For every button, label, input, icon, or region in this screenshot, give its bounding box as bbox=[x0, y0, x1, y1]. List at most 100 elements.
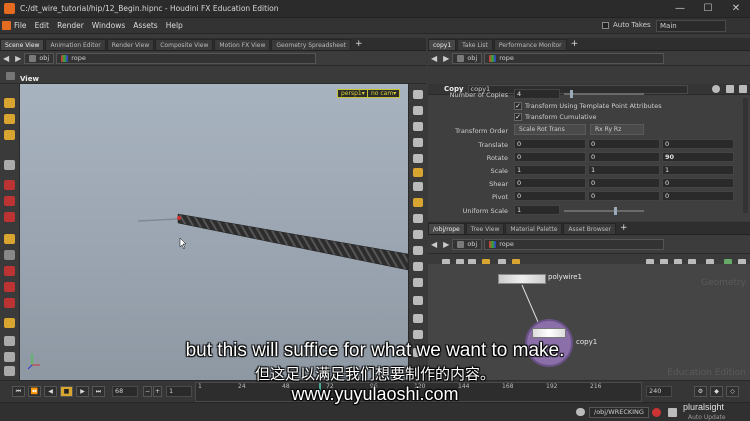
translate-x-field[interactable]: 0 bbox=[514, 139, 586, 149]
minimize-button[interactable]: — bbox=[666, 0, 694, 18]
uniform-scale-slider-knob[interactable] bbox=[614, 207, 617, 215]
shear-x-field[interactable]: 0 bbox=[514, 178, 586, 188]
snap-tool-icon[interactable] bbox=[4, 250, 15, 260]
pose-tool-icon[interactable] bbox=[4, 130, 15, 140]
auto-takes-checkbox[interactable] bbox=[602, 21, 609, 29]
tab-tree-view[interactable]: Tree View bbox=[465, 223, 505, 234]
add-tab-button[interactable]: + bbox=[355, 38, 363, 50]
polywire1-node[interactable] bbox=[498, 274, 546, 284]
points-icon[interactable] bbox=[413, 262, 423, 271]
number-of-copies-slider[interactable] bbox=[564, 90, 644, 98]
translate-z-field[interactable]: 0 bbox=[662, 139, 734, 149]
add-network-tab-button[interactable]: + bbox=[620, 222, 628, 234]
wireframe-icon[interactable] bbox=[413, 246, 423, 255]
transform-cumulative-check-icon[interactable]: ✓ bbox=[514, 113, 522, 121]
grid-icon[interactable] bbox=[413, 214, 423, 223]
handle-tool-icon[interactable] bbox=[4, 234, 15, 244]
help-icon[interactable] bbox=[726, 85, 734, 93]
sphere-shading-icon[interactable] bbox=[413, 154, 423, 163]
tab-asset-browser[interactable]: Asset Browser bbox=[563, 223, 617, 234]
houdini-menu-icon[interactable] bbox=[2, 21, 11, 30]
select-tool-icon[interactable] bbox=[4, 98, 15, 108]
primitive-icon[interactable] bbox=[413, 314, 423, 323]
shear-z-field[interactable]: 0 bbox=[662, 178, 734, 188]
snap-point-icon[interactable] bbox=[4, 282, 15, 292]
scale-x-field[interactable]: 1 bbox=[514, 165, 586, 175]
menu-windows[interactable]: Windows bbox=[92, 21, 125, 30]
translate-y-field[interactable]: 0 bbox=[588, 139, 660, 149]
show-all-icon[interactable] bbox=[413, 106, 423, 115]
rotate-z-field[interactable]: 90 bbox=[662, 152, 734, 162]
network-path-rope[interactable]: rope bbox=[484, 239, 665, 250]
number-of-copies-field[interactable]: 4 bbox=[514, 89, 560, 99]
status-path-field[interactable]: /obj/WRECKING bbox=[589, 407, 649, 418]
param-path-rope[interactable]: rope bbox=[484, 53, 665, 64]
pivot-y-field[interactable]: 0 bbox=[588, 191, 660, 201]
template-icon[interactable] bbox=[413, 330, 423, 339]
lock-icon[interactable] bbox=[413, 122, 423, 131]
tab-scene-view[interactable]: Scene View bbox=[0, 39, 45, 50]
info-icon[interactable] bbox=[739, 85, 747, 93]
network-path-obj[interactable]: obj bbox=[452, 239, 483, 250]
rotate-tool-icon[interactable] bbox=[4, 196, 15, 206]
3d-viewport[interactable]: persp1▾ no cam▾ bbox=[20, 84, 408, 380]
move-tool-icon[interactable] bbox=[4, 180, 15, 190]
transform-template-check-icon[interactable]: ✓ bbox=[514, 102, 522, 110]
rotate-x-field[interactable]: 0 bbox=[514, 152, 586, 162]
snap-grid-icon[interactable] bbox=[4, 266, 15, 276]
menu-file[interactable]: File bbox=[14, 21, 27, 30]
menu-help[interactable]: Help bbox=[166, 21, 183, 30]
menu-edit[interactable]: Edit bbox=[35, 21, 50, 30]
menu-render[interactable]: Render bbox=[57, 21, 84, 30]
shear-y-field[interactable]: 0 bbox=[588, 178, 660, 188]
scale-tool-icon[interactable] bbox=[4, 212, 15, 222]
normals-icon[interactable] bbox=[413, 278, 423, 287]
network-back-arrow-icon[interactable]: ◀ bbox=[431, 240, 437, 249]
copy1-node[interactable] bbox=[532, 328, 566, 338]
add-param-tab-button[interactable]: + bbox=[571, 38, 579, 50]
scale-z-field[interactable]: 1 bbox=[662, 165, 734, 175]
selection-icon[interactable] bbox=[413, 138, 423, 147]
close-button[interactable]: ✕ bbox=[722, 0, 750, 18]
path-crumb-obj[interactable]: obj bbox=[24, 53, 55, 64]
forward-arrow-icon[interactable]: ▶ bbox=[15, 54, 21, 63]
pivot-x-field[interactable]: 0 bbox=[514, 191, 586, 201]
light-icon[interactable] bbox=[413, 168, 423, 177]
camera-tool-icon[interactable] bbox=[4, 318, 15, 328]
tab-render-view[interactable]: Render View bbox=[106, 39, 155, 50]
transform-tool-icon[interactable] bbox=[4, 114, 15, 124]
param-back-arrow-icon[interactable]: ◀ bbox=[431, 54, 437, 63]
pivot-z-field[interactable]: 0 bbox=[662, 191, 734, 201]
number-of-copies-slider-knob[interactable] bbox=[570, 90, 573, 98]
param-path-obj[interactable]: obj bbox=[452, 53, 483, 64]
param-scrollbar[interactable] bbox=[743, 98, 748, 213]
pointer-icon[interactable] bbox=[413, 90, 423, 99]
tab-performance-monitor[interactable]: Performance Monitor bbox=[493, 39, 567, 50]
tab-obj-rope[interactable]: /obj/rope bbox=[428, 223, 465, 234]
uniform-scale-field[interactable]: 1 bbox=[514, 205, 560, 215]
arrow-tool-icon[interactable] bbox=[4, 160, 15, 170]
tab-geometry-spreadsheet[interactable]: Geometry Spreadsheet bbox=[271, 39, 351, 50]
path-crumb-rope[interactable]: rope bbox=[56, 53, 317, 64]
magnet-icon[interactable] bbox=[4, 298, 15, 308]
tab-copy1[interactable]: copy1 bbox=[428, 39, 457, 50]
uniform-scale-slider[interactable] bbox=[564, 207, 644, 215]
camera-view-icon[interactable] bbox=[413, 198, 423, 207]
auto-takes-toggle[interactable]: Auto Takes bbox=[602, 21, 651, 29]
desktop-select[interactable]: Main bbox=[656, 20, 726, 32]
viewport-options-icon[interactable] bbox=[6, 72, 15, 80]
scale-y-field[interactable]: 1 bbox=[588, 165, 660, 175]
vertex-icon[interactable] bbox=[413, 296, 423, 305]
ghost-icon[interactable] bbox=[413, 230, 423, 239]
chat-icon[interactable] bbox=[576, 408, 585, 416]
tab-motion-fx-view[interactable]: Motion FX View bbox=[214, 39, 271, 50]
transform-order-dropdown[interactable]: Scale Rot Trans bbox=[514, 124, 586, 135]
stop-cook-icon[interactable] bbox=[652, 408, 661, 417]
tab-material-palette[interactable]: Material Palette bbox=[505, 223, 563, 234]
rotation-order-dropdown[interactable]: Rx Ry Rz bbox=[590, 124, 644, 135]
maximize-button[interactable]: ☐ bbox=[694, 0, 722, 18]
transform-cumulative-checkbox[interactable]: ✓ Transform Cumulative bbox=[514, 113, 597, 121]
tab-take-list[interactable]: Take List bbox=[457, 39, 493, 50]
menu-assets[interactable]: Assets bbox=[133, 21, 157, 30]
rotate-y-field[interactable]: 0 bbox=[588, 152, 660, 162]
